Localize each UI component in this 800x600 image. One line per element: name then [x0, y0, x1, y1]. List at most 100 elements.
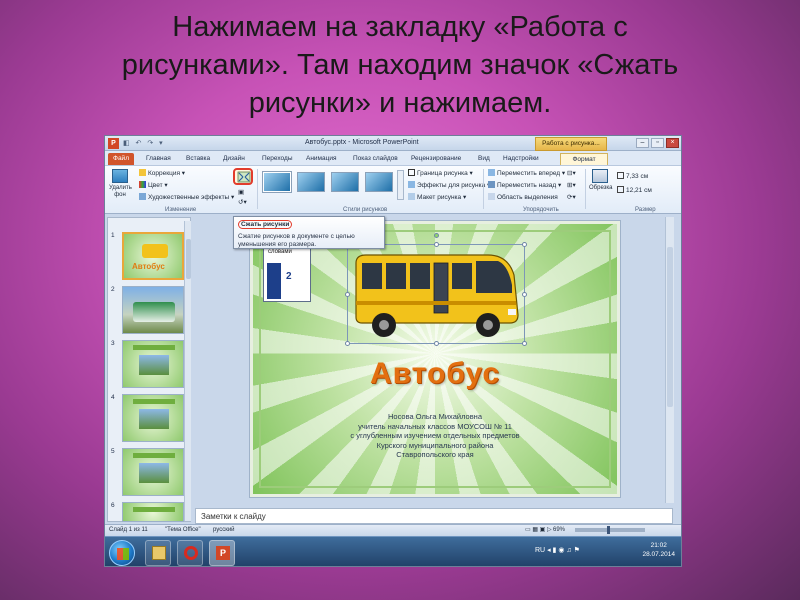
width-icon	[617, 186, 624, 193]
start-button[interactable]	[109, 540, 135, 566]
picture-effects-button[interactable]: Эффекты для рисунка ▾	[408, 181, 490, 190]
tab-slideshow[interactable]: Показ слайдов	[350, 153, 401, 165]
correction-button[interactable]: Коррекция ▾	[139, 169, 185, 178]
input-language[interactable]: RU	[535, 547, 545, 554]
slide-thumbnail-2[interactable]	[122, 286, 184, 334]
compress-pictures-icon	[237, 171, 251, 183]
artistic-effects-icon	[139, 193, 146, 200]
picture-style-2[interactable]	[297, 172, 325, 192]
status-bar: Слайд 1 из 11 "Тема Office" русский ▭ ▦ …	[105, 524, 681, 536]
tab-view[interactable]: Вид	[475, 153, 493, 165]
author-name: Носова Ольга Михайловна	[388, 412, 482, 421]
picture-layout-button[interactable]: Макет рисунка ▾	[408, 193, 466, 202]
quick-access-toolbar[interactable]: ◧ ↶ ↷ ▾	[123, 139, 173, 148]
picture-tools-context-label: Работа с рисунка...	[535, 137, 607, 151]
slide-thumbnail-5[interactable]	[122, 448, 184, 496]
selection-pane-button[interactable]: Область выделения	[488, 193, 558, 202]
picture-style-1[interactable]	[263, 172, 291, 192]
correction-label: Коррекция	[148, 170, 180, 177]
selected-bus-picture[interactable]	[345, 233, 527, 346]
bring-forward-button[interactable]: Переместить вперед ▾	[488, 169, 565, 178]
height-icon	[617, 172, 624, 179]
height-field[interactable]: 7,33 см	[617, 172, 648, 181]
slide-number: 1	[111, 232, 115, 239]
send-backward-button[interactable]: Переместить назад ▾	[488, 181, 561, 190]
align-icon[interactable]: ⊟▾	[567, 169, 576, 178]
zoom-level[interactable]: 69%	[553, 525, 565, 536]
resize-handle[interactable]	[434, 341, 439, 346]
resize-handle[interactable]	[522, 242, 527, 247]
rotate-icon[interactable]: ⟳▾	[567, 193, 576, 202]
taskbar-opera[interactable]	[177, 540, 203, 566]
taskbar-powerpoint[interactable]: P	[209, 540, 235, 566]
zoom-slider[interactable]	[575, 526, 645, 534]
tab-home[interactable]: Главная	[143, 153, 174, 165]
tab-file[interactable]: Файл	[108, 153, 134, 165]
thumbnails-scrollbar[interactable]	[184, 221, 191, 521]
ribbon-format: Удалить фон Коррекция ▾ Цвет ▾ Художеств…	[105, 165, 681, 214]
thumb-picture	[139, 463, 169, 483]
resize-handle[interactable]	[522, 292, 527, 297]
picture-style-3[interactable]	[331, 172, 359, 192]
scroll-thumb[interactable]	[667, 247, 673, 407]
heading-line-3: рисунки» и нажимаем.	[248, 87, 552, 119]
remove-background-button[interactable]: Удалить фон	[109, 169, 132, 199]
instruction-heading: Нажимаем на закладку «Работа с рисунками…	[20, 8, 780, 122]
tab-animation[interactable]: Анимация	[303, 153, 340, 165]
tab-transitions[interactable]: Переходы	[259, 153, 296, 165]
width-value: 12,21 см	[626, 187, 652, 194]
picture-layout-label: Макет рисунка	[417, 194, 462, 201]
picture-border-button[interactable]: Граница рисунка ▾	[408, 169, 473, 178]
slide-thumbnail-1[interactable]: Автобус	[122, 232, 184, 280]
tab-format[interactable]: Формат	[560, 153, 608, 165]
artistic-effects-button[interactable]: Художественные эффекты ▾	[139, 193, 234, 202]
slide-title: Автобус	[369, 357, 501, 390]
bus-icon	[355, 254, 519, 337]
language-indicator[interactable]: русский	[213, 525, 235, 536]
taskbar-explorer[interactable]	[145, 540, 171, 566]
notes-field[interactable]: Заметки к слайду	[195, 508, 673, 524]
slide-number: 4	[111, 394, 115, 401]
slide-number: 6	[111, 502, 115, 509]
slide-scrollbar[interactable]	[665, 217, 674, 503]
slide-thumbnail-4[interactable]	[122, 394, 184, 442]
tab-insert[interactable]: Вставка	[183, 153, 213, 165]
group-icon[interactable]: ⊞▾	[567, 181, 576, 190]
selection-pane-icon	[488, 193, 495, 200]
compress-pictures-button[interactable]	[233, 168, 253, 185]
resize-handle[interactable]	[345, 341, 350, 346]
rotate-handle[interactable]	[434, 233, 439, 238]
reset-picture-icon[interactable]: ↺▾	[238, 198, 247, 207]
slide-thumbnail-6[interactable]	[122, 502, 184, 522]
resize-handle[interactable]	[522, 341, 527, 346]
current-slide[interactable]: Работа со словарными словами 2	[250, 221, 620, 497]
resize-handle[interactable]	[345, 292, 350, 297]
color-label: Цвет	[148, 182, 163, 189]
width-field[interactable]: 12,21 см	[617, 186, 652, 195]
tab-review[interactable]: Рецензирование	[408, 153, 464, 165]
resize-handle[interactable]	[434, 242, 439, 247]
tab-addins[interactable]: Надстройки	[500, 153, 542, 165]
view-buttons[interactable]: ▭ ▦ ▣ ▷	[525, 525, 552, 536]
slide-thumbnail-3[interactable]	[122, 340, 184, 388]
change-picture-icon[interactable]: ▣	[238, 188, 244, 197]
picture-style-4[interactable]	[365, 172, 393, 192]
tooltip-description: Сжатие рисунков в документе с целью умен…	[238, 233, 355, 248]
powerpoint-app-icon[interactable]: P	[108, 138, 119, 149]
maximize-icon[interactable]: ▫	[651, 138, 664, 148]
crop-button[interactable]: Обрезка	[589, 169, 613, 192]
zoom-slider-thumb[interactable]	[607, 526, 610, 534]
minimize-icon[interactable]: –	[636, 138, 649, 148]
ribbon-separator	[585, 169, 586, 209]
group-change-label: Изменение	[165, 207, 197, 213]
system-tray-icons[interactable]: RU ◂ ▮ ◉ ♫ ⚑	[535, 546, 580, 554]
tab-design[interactable]: Дизайн	[220, 153, 248, 165]
remove-background-label: Удалить фон	[109, 185, 132, 198]
system-clock[interactable]: 21:02 28.07.2014	[642, 541, 675, 559]
styles-gallery-scroll[interactable]	[397, 170, 404, 200]
bring-forward-label: Переместить вперед	[497, 170, 561, 177]
powerpoint-icon: P	[216, 546, 230, 560]
color-button[interactable]: Цвет ▾	[139, 181, 168, 190]
close-icon[interactable]: ×	[666, 138, 679, 148]
scroll-thumb[interactable]	[186, 239, 191, 279]
